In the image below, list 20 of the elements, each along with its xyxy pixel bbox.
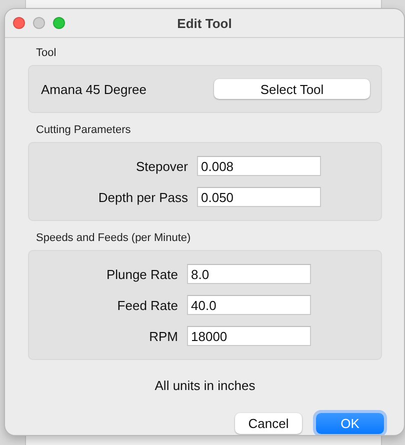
field-label: Depth per Pass [97, 190, 188, 204]
cancel-button[interactable]: Cancel [235, 413, 302, 434]
note-text: All units in inches [154, 378, 256, 393]
close-button[interactable] [13, 17, 25, 29]
field-label: Feed Rate [116, 298, 178, 312]
input-field[interactable]: 8.0 [187, 264, 311, 284]
field-label: RPM [148, 328, 178, 344]
group-label: Cutting Parameters [35, 123, 132, 138]
input-field[interactable]: 0.050 [197, 187, 321, 207]
input-field[interactable]: 40.0 [187, 295, 311, 315]
tool-name: Amana 45 Degree [41, 82, 147, 96]
field-label: Stepover [134, 158, 188, 174]
zoom-button[interactable] [53, 17, 65, 29]
group-label: Speeds and Feeds (per Minute) [35, 231, 192, 246]
window-title: Edit Tool [177, 16, 232, 30]
input-field[interactable]: 18000 [187, 326, 311, 346]
field-label: Plunge Rate [105, 266, 178, 282]
input-field[interactable]: 0.008 [197, 156, 321, 176]
group-label: Tool [35, 46, 58, 61]
select-tool-button[interactable]: Select Tool [214, 79, 370, 99]
